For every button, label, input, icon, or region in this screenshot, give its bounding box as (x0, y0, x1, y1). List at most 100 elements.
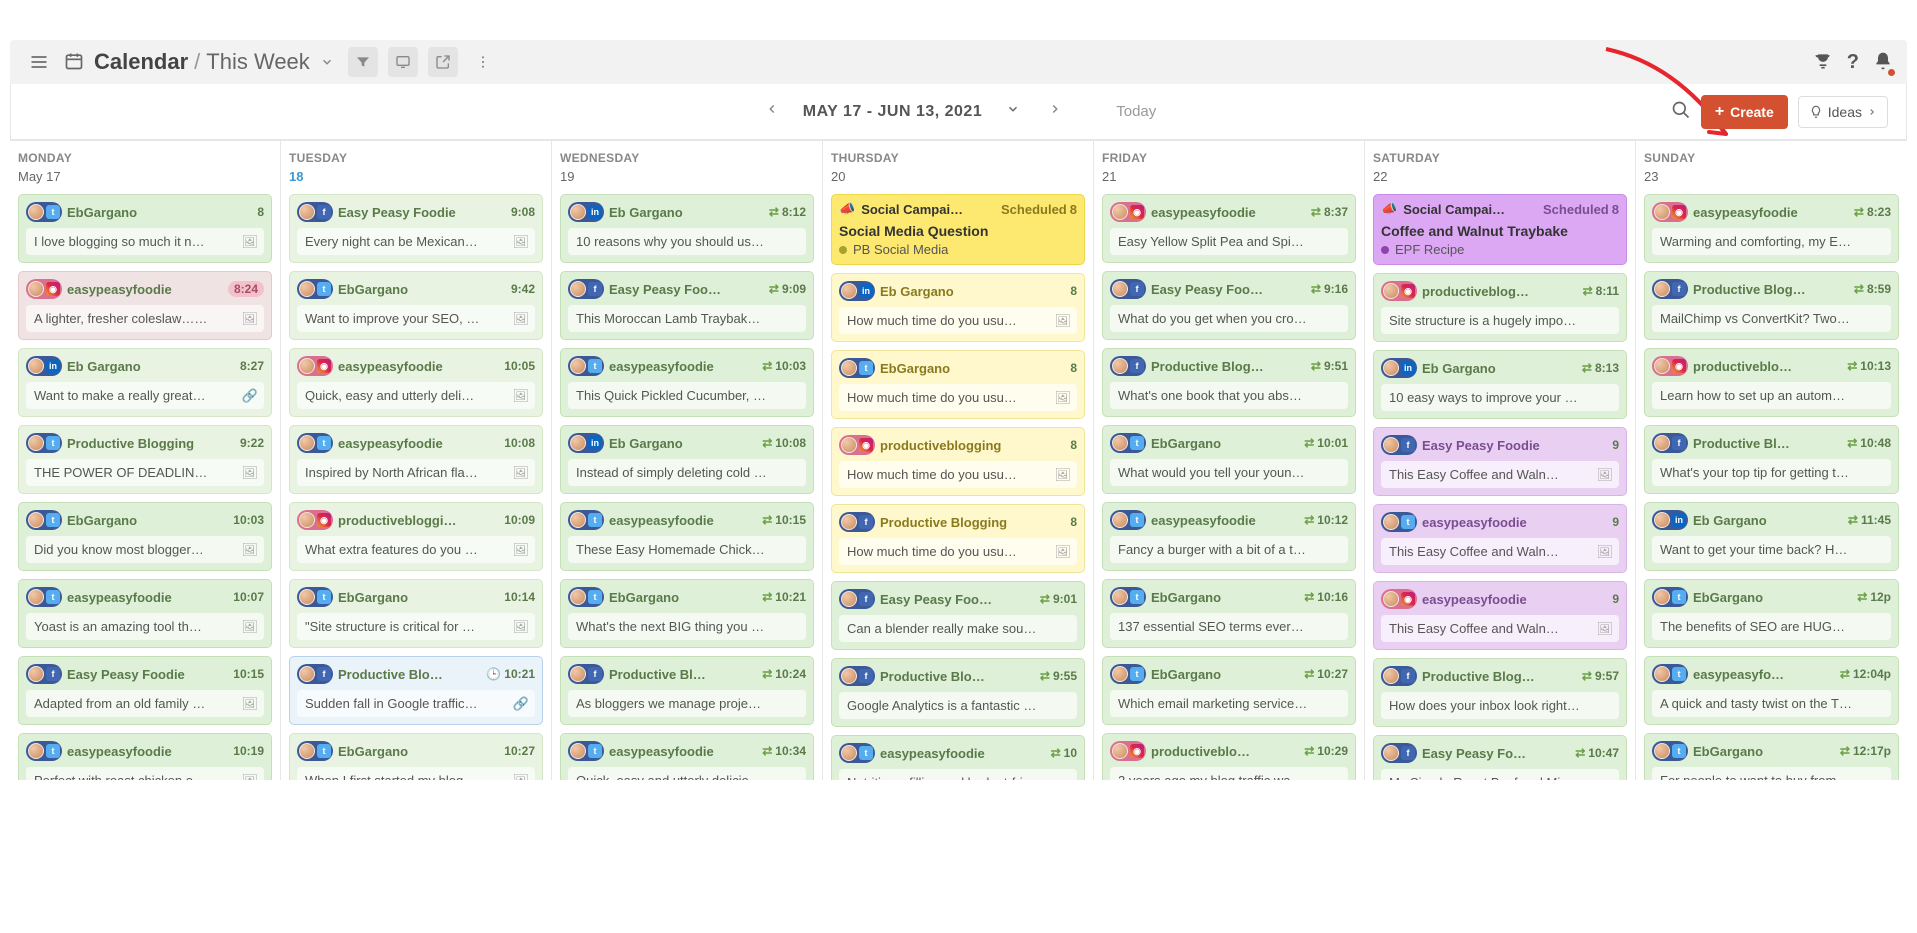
post-card[interactable]: fProductive Blog…⇄9:51What's one book th… (1102, 348, 1356, 417)
post-card[interactable]: tEbGargano⇄12:17pFor people to want to b… (1644, 733, 1899, 780)
post-card[interactable]: tEbGargano10:27When I first started my b… (289, 733, 543, 780)
post-excerpt: This Quick Pickled Cucumber, … (568, 382, 806, 409)
prev-icon[interactable] (761, 98, 783, 125)
search-icon[interactable] (1671, 100, 1691, 123)
account-name: Productive Blog… (1693, 282, 1849, 297)
post-card[interactable]: teasypeasyfoodie10:19Perfect with roast … (18, 733, 272, 780)
post-card[interactable]: teasypeasyfoodie9This Easy Coffee and Wa… (1373, 504, 1627, 573)
post-card[interactable]: tEbGargano⇄10:16137 essential SEO terms … (1102, 579, 1356, 648)
time-badge: 10:05 (504, 359, 535, 373)
post-card[interactable]: ◉productiveblo…⇄10:292 years ago my blog… (1102, 733, 1356, 780)
post-card[interactable]: ◉easypeasyfoodie9This Easy Coffee and Wa… (1373, 581, 1627, 650)
post-card[interactable]: ◉easypeasyfoodie⇄8:23Warming and comfort… (1644, 194, 1899, 263)
post-card[interactable]: fProductive Blog…⇄9:57How does your inbo… (1373, 658, 1627, 727)
trophy-icon[interactable] (1813, 51, 1833, 74)
post-card[interactable]: fProductive Blogging8How much time do yo… (831, 504, 1085, 573)
post-card[interactable]: teasypeasyfoodie10:07Yoast is an amazing… (18, 579, 272, 648)
account-name: Productive Blog… (1422, 669, 1577, 684)
post-card[interactable]: ◉easypeasyfoodie8:24A lighter, fresher c… (18, 271, 272, 340)
post-card[interactable]: ◉productiveblo…⇄10:13Learn how to set up… (1644, 348, 1899, 417)
menu-icon[interactable] (24, 47, 54, 77)
post-card[interactable]: tProductive Blogging9:22THE POWER OF DEA… (18, 425, 272, 494)
bell-icon[interactable] (1873, 51, 1893, 74)
post-excerpt: Want to improve your SEO, …🖼 (297, 305, 535, 332)
post-card[interactable]: ◉easypeasyfoodie10:05Quick, easy and utt… (289, 348, 543, 417)
time-badge: ⇄10:48 (1847, 436, 1891, 450)
post-card[interactable]: tEbGargano10:03Did you know most blogger… (18, 502, 272, 571)
time-badge: ⇄10:16 (1304, 590, 1348, 604)
post-excerpt: Every night can be Mexican…🖼 (297, 228, 535, 255)
time-badge: 9 (1612, 592, 1619, 606)
post-card[interactable]: tEbGargano8How much time do you usu…🖼 (831, 350, 1085, 419)
chevron-down-icon[interactable] (316, 45, 338, 79)
post-card[interactable]: tEbGargano⇄10:27Which email marketing se… (1102, 656, 1356, 725)
post-card[interactable]: tEbGargano10:14"Site structure is critic… (289, 579, 543, 648)
post-excerpt: A lighter, fresher coleslaw……🖼 (26, 305, 264, 332)
time-badge: ⇄10:34 (762, 744, 806, 758)
post-card[interactable]: inEb Gargano⇄8:1310 easy ways to improve… (1373, 350, 1627, 419)
date-range[interactable]: MAY 17 - JUN 13, 2021 (803, 103, 983, 121)
post-card[interactable]: fEasy Peasy Foodie9:08Every night can be… (289, 194, 543, 263)
post-card[interactable]: fProductive Bl…⇄10:48What's your top tip… (1644, 425, 1899, 494)
avatar: t (26, 587, 62, 607)
filter-icon[interactable] (348, 47, 378, 77)
time-badge: 8 (1070, 438, 1077, 452)
display-icon[interactable] (388, 47, 418, 77)
post-card[interactable]: ◉productiveblogging8How much time do you… (831, 427, 1085, 496)
post-card[interactable]: tEbGargano⇄10:21What's the next BIG thin… (560, 579, 814, 648)
post-card[interactable]: fProductive Bl…⇄10:24As bloggers we mana… (560, 656, 814, 725)
post-card[interactable]: tEbGargano9:42Want to improve your SEO, … (289, 271, 543, 340)
post-card[interactable]: teasypeasyfoodie⇄10:15These Easy Homemad… (560, 502, 814, 571)
campaign-card[interactable]: 📣Social Campai…Scheduled 8Social Media Q… (831, 194, 1085, 265)
time-badge: 10:03 (233, 513, 264, 527)
time-badge: ⇄10:08 (762, 436, 806, 450)
post-excerpt: My Simple Roast Beef and Mi… (1381, 769, 1619, 780)
more-icon[interactable] (468, 47, 498, 77)
post-card[interactable]: fProductive Blo…🕒10:21Sudden fall in Goo… (289, 656, 543, 725)
shuffle-icon: ⇄ (1582, 361, 1592, 375)
post-card[interactable]: teasypeasyfoodie⇄10:12Fancy a burger wit… (1102, 502, 1356, 571)
post-card[interactable]: teasypeasyfo…⇄12:04pA quick and tasty tw… (1644, 656, 1899, 725)
campaign-card[interactable]: 📣Social Campai…Scheduled 8Coffee and Wal… (1373, 194, 1627, 265)
post-card[interactable]: ◉productiveblog…⇄8:11Site structure is a… (1373, 273, 1627, 342)
avatar: f (297, 202, 333, 222)
day-column: FRIDAY21◉easypeasyfoodie⇄8:37Easy Yellow… (1094, 141, 1365, 780)
share-icon[interactable] (428, 47, 458, 77)
post-card[interactable]: fEasy Peasy Foodie10:15Adapted from an o… (18, 656, 272, 725)
post-card[interactable]: fEasy Peasy Foodie9This Easy Coffee and … (1373, 427, 1627, 496)
post-card[interactable]: fProductive Blo…⇄9:55Google Analytics is… (831, 658, 1085, 727)
post-card[interactable]: fEasy Peasy Foo…⇄9:01Can a blender reall… (831, 581, 1085, 650)
post-card[interactable]: inEb Gargano⇄8:1210 reasons why you shou… (560, 194, 814, 263)
post-card[interactable]: inEb Gargano8How much time do you usu…🖼 (831, 273, 1085, 342)
today-button[interactable]: Today (1116, 103, 1156, 120)
next-icon[interactable] (1044, 98, 1066, 125)
post-card[interactable]: fEasy Peasy Foo…⇄9:16What do you get whe… (1102, 271, 1356, 340)
range-dropdown-icon[interactable] (1002, 98, 1024, 125)
ideas-button[interactable]: Ideas (1798, 96, 1888, 128)
post-card[interactable]: teasypeasyfoodie⇄10:03This Quick Pickled… (560, 348, 814, 417)
day-date: 22 (1373, 169, 1627, 184)
time-badge: ⇄8:23 (1854, 205, 1891, 219)
post-card[interactable]: inEb Gargano8:27Want to make a really gr… (18, 348, 272, 417)
post-card[interactable]: fEasy Peasy Foo…⇄9:09This Moroccan Lamb … (560, 271, 814, 340)
help-icon[interactable]: ? (1847, 51, 1859, 74)
create-button[interactable]: +Create (1701, 95, 1788, 129)
post-card[interactable]: teasypeasyfoodie10:08Inspired by North A… (289, 425, 543, 494)
post-excerpt: Want to get your time back? H… (1652, 536, 1891, 563)
account-name: EbGargano (609, 590, 757, 605)
post-card[interactable]: tEbGargano⇄12pThe benefits of SEO are HU… (1644, 579, 1899, 648)
post-card[interactable]: fProductive Blog…⇄8:59MailChimp vs Conve… (1644, 271, 1899, 340)
shuffle-icon: ⇄ (1847, 436, 1857, 450)
post-card[interactable]: fEasy Peasy Fo…⇄10:47My Simple Roast Bee… (1373, 735, 1627, 780)
post-card[interactable]: tEbGargano8I love blogging so much it n…… (18, 194, 272, 263)
post-card[interactable]: inEb Gargano⇄11:45Want to get your time … (1644, 502, 1899, 571)
image-icon: 🖼 (1054, 467, 1071, 483)
time-badge: ⇄10:47 (1575, 746, 1619, 760)
breadcrumb[interactable]: Calendar / This Week (94, 45, 338, 79)
post-card[interactable]: inEb Gargano⇄10:08Instead of simply dele… (560, 425, 814, 494)
post-card[interactable]: ◉productivebloggi…10:09What extra featur… (289, 502, 543, 571)
post-card[interactable]: ◉easypeasyfoodie⇄8:37Easy Yellow Split P… (1102, 194, 1356, 263)
post-card[interactable]: tEbGargano⇄10:01What would you tell your… (1102, 425, 1356, 494)
post-card[interactable]: teasypeasyfoodie⇄10Nutritious, filling a… (831, 735, 1085, 780)
post-card[interactable]: teasypeasyfoodie⇄10:34Quick, easy and ut… (560, 733, 814, 780)
